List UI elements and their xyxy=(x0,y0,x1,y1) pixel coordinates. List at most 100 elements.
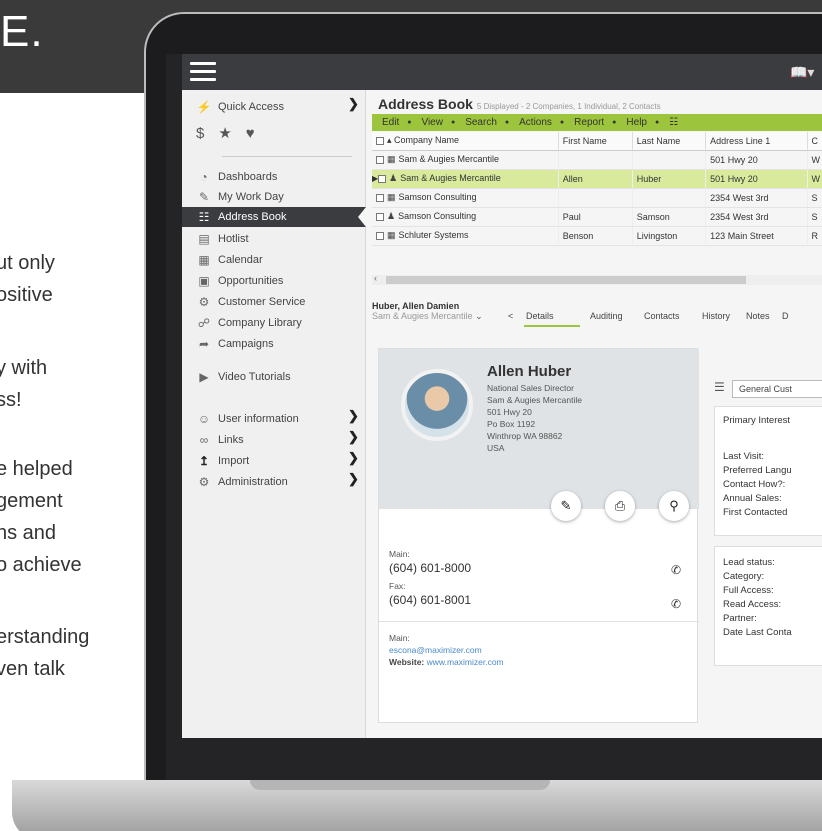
tab-details[interactable]: Details xyxy=(526,311,554,321)
filter-icon[interactable]: ☰ xyxy=(714,380,725,394)
website-link[interactable]: www.maximizer.com xyxy=(427,657,504,667)
sidebar-item-hotlist[interactable]: ▤ Hotlist xyxy=(196,230,248,248)
details-panel: Primary Interest Last Visit: Preferred L… xyxy=(714,406,822,536)
sidebar-item-user-information[interactable]: ☺ User information xyxy=(196,410,299,428)
row-checkbox[interactable] xyxy=(376,212,384,221)
cell-last-name: Livingston xyxy=(632,226,707,246)
menu-search[interactable]: Search xyxy=(465,117,497,128)
column-first-name[interactable]: First Name xyxy=(558,132,633,151)
bleed-text: o achieve xyxy=(0,554,82,576)
sidebar-item-administration[interactable]: ⚙ Administration xyxy=(196,473,288,491)
horizontal-scrollbar[interactable]: ‹ xyxy=(372,273,822,285)
calendar-icon: ▦ xyxy=(198,253,210,267)
cell-first-name xyxy=(558,188,633,208)
dollar-icon[interactable]: $ xyxy=(196,125,204,142)
table-row[interactable]: ▦ Schluter Systems Benson Livingston 123 … xyxy=(372,226,822,246)
table-row[interactable]: ♟ Samson Consulting Paul Samson 2354 West… xyxy=(372,207,822,227)
banner-letter: E. xyxy=(0,7,44,56)
prev-arrow-icon[interactable]: < xyxy=(508,311,513,321)
chevron-right-icon[interactable]: ❯ xyxy=(348,429,359,445)
campaign-icon: ➦ xyxy=(198,337,210,351)
address-book-table: ▴ Company Name First Name Last Name Addr… xyxy=(372,132,822,246)
menu-report[interactable]: Report xyxy=(574,117,604,128)
phone-icon[interactable]: ✆ xyxy=(671,597,681,611)
avatar xyxy=(401,369,473,441)
table-row[interactable]: ▦ Samson Consulting 2354 West 3rd S xyxy=(372,188,822,208)
row-checkbox[interactable] xyxy=(376,231,384,240)
menu-edit[interactable]: Edit xyxy=(382,117,399,128)
column-address-line-1[interactable]: Address Line 1 xyxy=(705,132,808,151)
table-row-selected[interactable]: ▶ ♟ Sam & Augies Mercantile Allen Huber 50… xyxy=(372,169,822,189)
chevron-right-icon[interactable]: ❯ xyxy=(348,408,359,424)
book-menu-icon[interactable]: 📖▾ xyxy=(790,64,814,81)
sidebar-item-campaigns[interactable]: ➦ Campaigns xyxy=(196,335,274,353)
column-last-name[interactable]: Last Name xyxy=(632,132,707,151)
phone-icon[interactable]: ✆ xyxy=(671,563,681,577)
scroll-left-icon[interactable]: ‹ xyxy=(374,273,377,283)
chevron-right-icon[interactable]: ❯ xyxy=(348,471,359,487)
hamburger-menu-icon[interactable] xyxy=(190,62,216,82)
menu-help[interactable]: Help xyxy=(626,117,647,128)
menu-actions[interactable]: Actions xyxy=(519,117,552,128)
tab-history[interactable]: History xyxy=(702,311,730,321)
sidebar-item-company-library[interactable]: ☍ Company Library xyxy=(196,314,302,332)
app-screen: 📖▾ ⚡ Quick Access ❯ $ ★ ♥ ◔ Dashboards ✎… xyxy=(182,54,822,738)
menu-view[interactable]: View xyxy=(421,117,443,128)
bleed-text: ven talk xyxy=(0,658,65,680)
sidebar-item-label: User information xyxy=(218,413,299,425)
sidebar-item-customer-service[interactable]: ⚙ Customer Service xyxy=(196,293,306,311)
main-phone[interactable]: (604) 601-8000 xyxy=(389,561,471,575)
field-group-select[interactable]: General Cust xyxy=(732,380,822,398)
contact-company-select[interactable]: Sam & Augies Mercantile ⌄ xyxy=(372,311,483,322)
sidebar-item-links[interactable]: ∞ Links xyxy=(196,431,244,449)
cell-company: ▦ Samson Consulting xyxy=(372,188,559,208)
lead-status-label: Lead status: xyxy=(723,557,775,568)
row-checkbox[interactable] xyxy=(378,174,387,183)
contact-how-label: Contact How?: xyxy=(723,479,786,490)
column-c[interactable]: C xyxy=(807,132,822,151)
dropdown-dot-icon: ● xyxy=(559,119,565,126)
tab-d[interactable]: D xyxy=(782,311,789,321)
quick-access-item[interactable]: ⚡ Quick Access xyxy=(196,98,285,116)
tab-contacts[interactable]: Contacts xyxy=(644,311,680,321)
table-row[interactable]: ▦ Sam & Augies Mercantile 501 Hwy 20 W xyxy=(372,150,822,170)
contact-address-1: 501 Hwy 20 xyxy=(487,407,532,417)
primary-interest-label: Primary Interest xyxy=(723,415,791,426)
chevron-right-icon[interactable]: ❯ xyxy=(348,450,359,466)
group-icon[interactable]: ★ xyxy=(218,124,231,142)
location-pin-icon[interactable]: ⚲ xyxy=(659,491,689,521)
tab-auditing[interactable]: Auditing xyxy=(590,311,623,321)
cell-last-name: Samson xyxy=(632,207,707,227)
book-icon[interactable]: ☷ xyxy=(669,117,678,128)
cell-c: S xyxy=(807,207,822,227)
column-company-name[interactable]: ▴ Company Name xyxy=(372,132,559,151)
annual-sales-label: Annual Sales: xyxy=(723,493,782,504)
sidebar-item-dashboards[interactable]: ◔ Dashboards xyxy=(196,168,277,186)
select-all-checkbox[interactable] xyxy=(376,136,384,145)
row-checkbox[interactable] xyxy=(376,155,384,164)
laptop-notch xyxy=(250,780,550,790)
cell-c: R xyxy=(807,226,822,246)
email-link[interactable]: escona@maximizer.com xyxy=(389,645,482,655)
heart-icon[interactable]: ♥ xyxy=(246,125,255,142)
fax-phone[interactable]: (604) 601-8001 xyxy=(389,593,471,607)
status-panel: Lead status: Category: Full Access: Read… xyxy=(714,546,822,666)
bleed-text: y with xyxy=(0,357,48,379)
sidebar-item-calendar[interactable]: ▦ Calendar xyxy=(196,251,262,269)
sidebar-item-my-work-day[interactable]: ✎ My Work Day xyxy=(196,188,284,206)
tab-notes[interactable]: Notes xyxy=(746,311,770,321)
sidebar-item-opportunities[interactable]: ▣ Opportunities xyxy=(196,272,283,290)
contact-icon: ♟ xyxy=(389,173,398,183)
sidebar-item-video-tutorials[interactable]: ▶ Video Tutorials xyxy=(196,368,290,386)
sidebar-item-address-book[interactable]: ☷ Address Book xyxy=(182,207,366,227)
print-icon[interactable]: ⎙ xyxy=(605,491,635,521)
row-checkbox[interactable] xyxy=(376,193,384,202)
sidebar-item-import[interactable]: ↥ Import xyxy=(196,452,249,470)
bleed-text: gement xyxy=(0,490,63,512)
edit-icon[interactable]: ✎ xyxy=(551,491,581,521)
sidebar-item-label: Address Book xyxy=(218,211,287,223)
cell-company: ▦ Schluter Systems xyxy=(372,226,559,246)
chevron-right-icon[interactable]: ❯ xyxy=(348,96,359,112)
dropdown-dot-icon: ● xyxy=(654,119,660,126)
scrollbar-thumb[interactable] xyxy=(386,276,746,284)
